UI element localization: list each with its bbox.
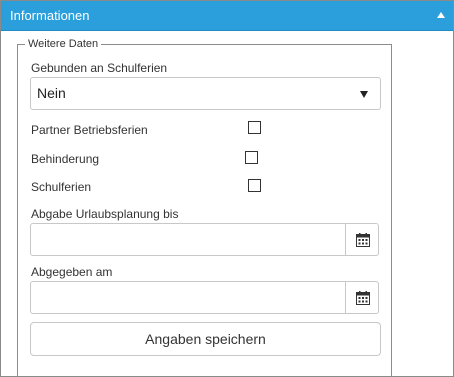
school-holidays-label: Schulferien: [31, 180, 92, 194]
disability-label: Behinderung: [31, 152, 100, 166]
vacation-planning-due-calendar-button[interactable]: [345, 224, 378, 255]
partner-company-holidays-checkbox[interactable]: [248, 121, 261, 134]
chevron-up-icon[interactable]: [437, 12, 445, 18]
caret-down-icon: [360, 91, 368, 98]
school-holidays-bound-select[interactable]: Nein: [30, 77, 381, 110]
submitted-on-field: [30, 281, 379, 314]
calendar-icon: [356, 233, 370, 247]
school-holidays-bound-label: Gebunden an Schulferien: [31, 61, 168, 75]
school-holidays-checkbox[interactable]: [248, 179, 261, 192]
vacation-planning-due-input[interactable]: [31, 224, 345, 255]
submitted-on-input[interactable]: [31, 282, 345, 313]
panel-header[interactable]: Informationen: [1, 1, 453, 31]
disability-checkbox[interactable]: [245, 151, 258, 164]
vacation-planning-due-field: [30, 223, 379, 256]
submitted-on-label: Abgegeben am: [31, 265, 113, 279]
panel-title: Informationen: [10, 8, 90, 23]
partner-company-holidays-label: Partner Betriebsferien: [31, 123, 148, 137]
fieldset-legend: Weitere Daten: [25, 37, 102, 51]
submitted-on-calendar-button[interactable]: [345, 282, 378, 313]
vacation-planning-due-label: Abgabe Urlaubsplanung bis: [31, 207, 179, 221]
calendar-icon: [356, 291, 370, 305]
save-button[interactable]: Angaben speichern: [30, 322, 381, 356]
select-value: Nein: [37, 85, 66, 101]
